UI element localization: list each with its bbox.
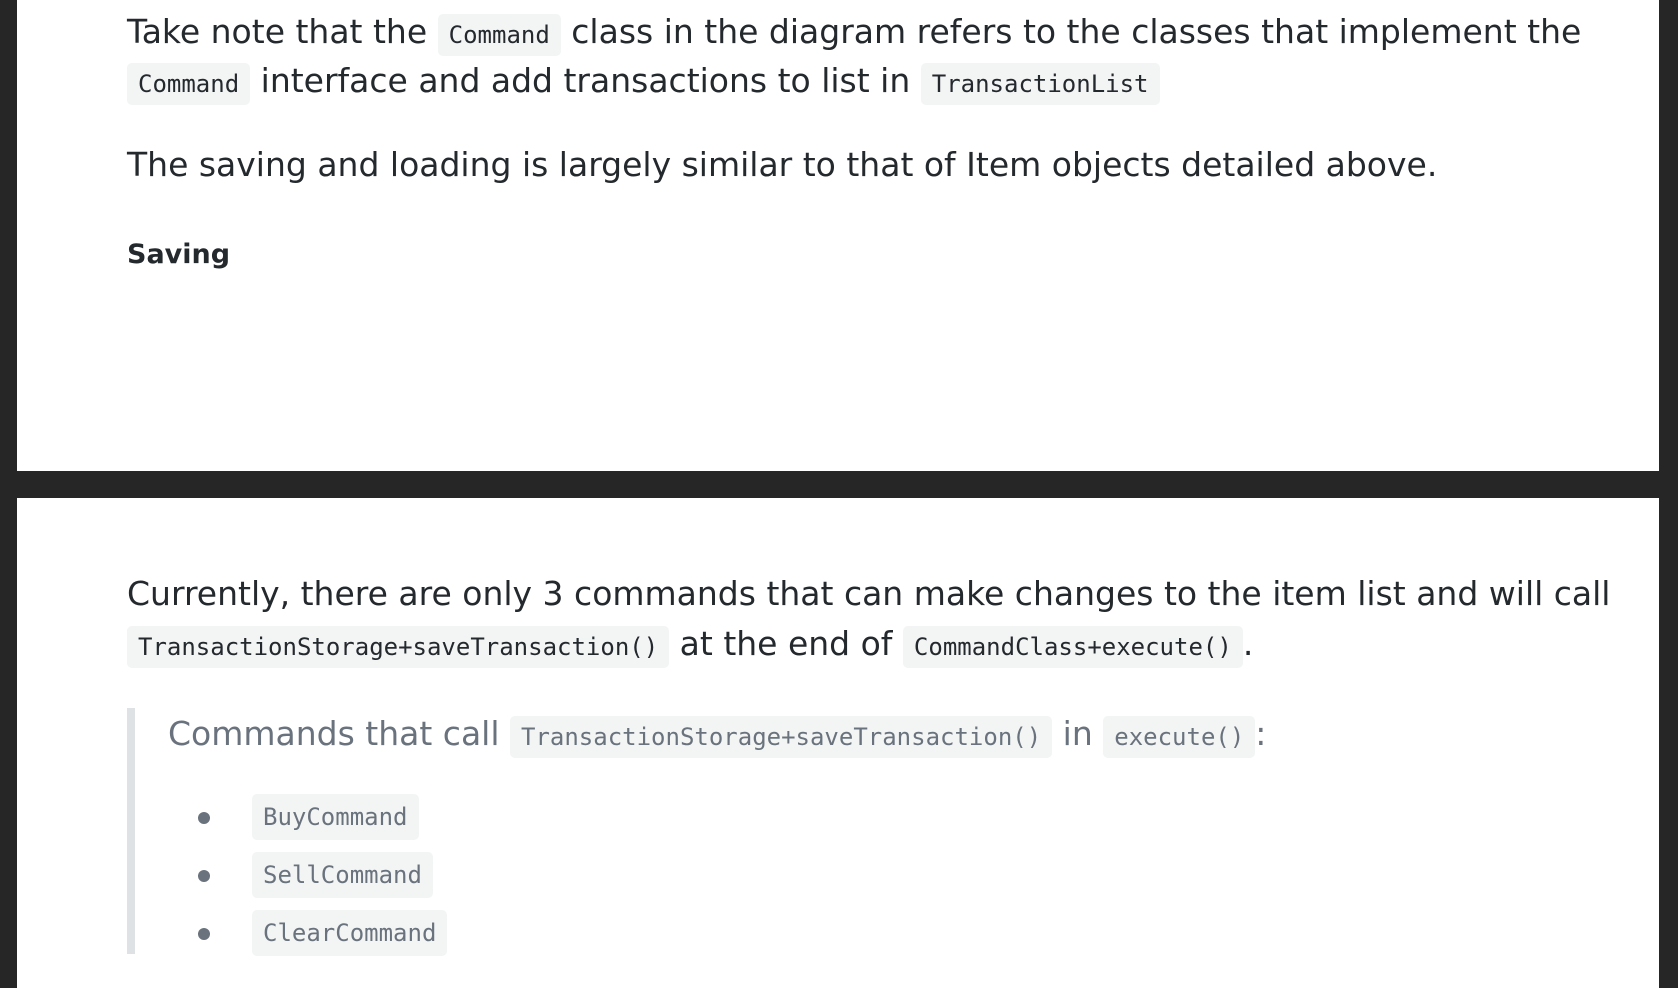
inline-code-execute: CommandClass+execute()	[902, 626, 1243, 668]
bullet-icon	[198, 812, 210, 824]
quote-text: Commands that call	[168, 714, 510, 753]
bullet-icon	[198, 870, 210, 882]
inline-code-save-transaction: TransactionStorage+saveTransaction()	[510, 716, 1053, 758]
note-text: interface and add transactions to list i…	[250, 61, 921, 100]
document-page-top: Take note that the Command class in the …	[17, 0, 1659, 471]
inline-code-execute: execute()	[1103, 716, 1256, 758]
note-line-1: Take note that the Command class in the …	[127, 7, 1581, 60]
intro-text: at the end of	[669, 624, 903, 663]
bullet-icon	[198, 928, 210, 940]
inline-code-transactionlist: TransactionList	[920, 63, 1160, 105]
note-line-2: Command interface and add transactions t…	[127, 56, 1160, 109]
command-name: SellCommand	[252, 852, 433, 898]
command-name: BuyCommand	[252, 794, 419, 840]
inline-code-save-transaction: TransactionStorage+saveTransaction()	[127, 626, 670, 668]
inline-code-command: Command	[437, 14, 561, 56]
blockquote-text: Commands that call TransactionStorage+sa…	[168, 709, 1266, 762]
intro-line-1: Currently, there are only 3 commands tha…	[127, 574, 1611, 613]
inline-code-command: Command	[127, 63, 251, 105]
quote-text: in	[1052, 714, 1104, 753]
blockquote-bar	[127, 708, 135, 954]
note-text: Take note that the	[127, 12, 438, 51]
quote-text: :	[1255, 714, 1267, 753]
intro-text: .	[1242, 624, 1254, 663]
command-name: ClearCommand	[252, 910, 448, 956]
saving-loading-paragraph: The saving and loading is largely simila…	[127, 145, 1438, 184]
intro-line-2: TransactionStorage+saveTransaction() at …	[127, 619, 1253, 672]
document-page-bottom: Currently, there are only 3 commands tha…	[17, 498, 1659, 988]
note-text: class in the diagram refers to the class…	[560, 12, 1582, 51]
saving-heading: Saving	[127, 239, 231, 270]
